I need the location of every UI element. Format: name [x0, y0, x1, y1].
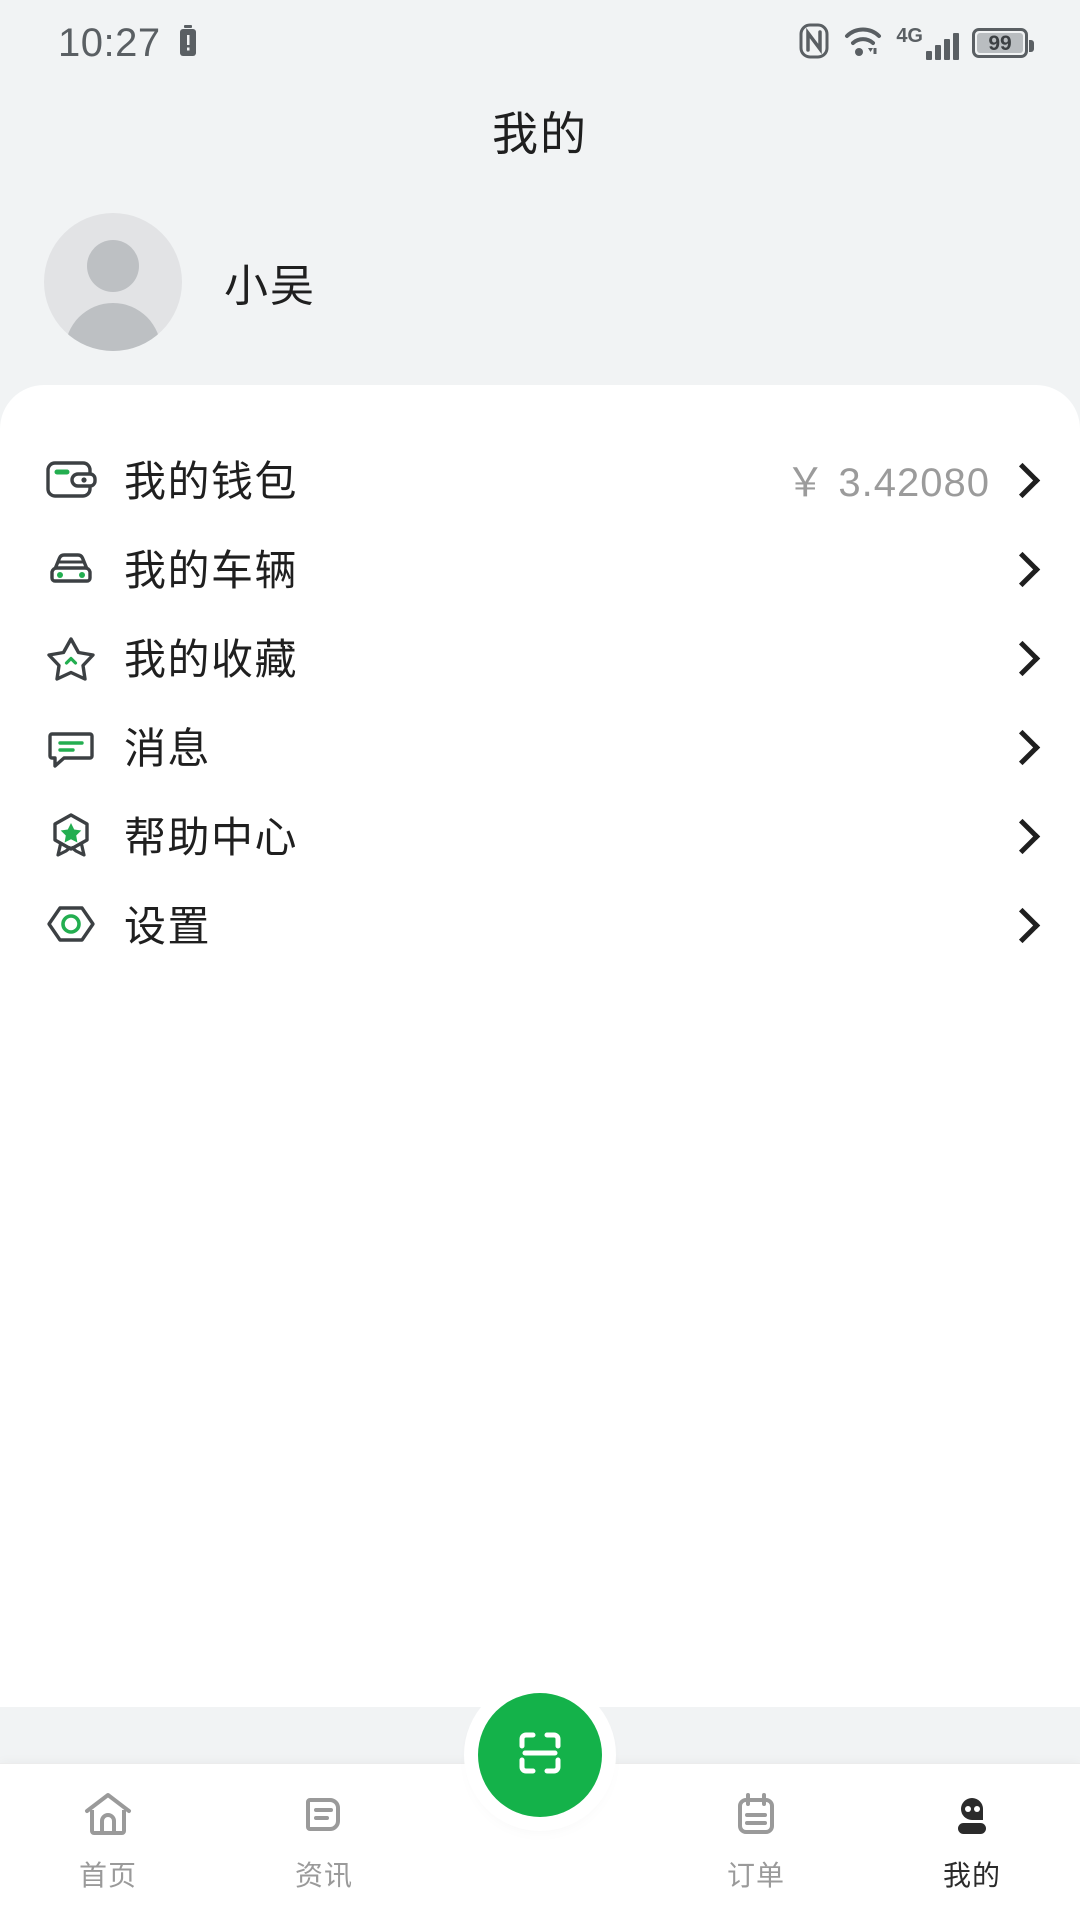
status-time: 10:27: [58, 20, 161, 65]
news-icon: [296, 1786, 352, 1842]
car-icon: [40, 537, 102, 599]
menu-card: 我的钱包 ￥ 3.42080 我的车辆 我的收藏 消息 帮助中心 设置: [0, 385, 1080, 1707]
chevron-right-icon: [1006, 553, 1036, 583]
menu-list: 我的钱包 ￥ 3.42080 我的车辆 我的收藏 消息 帮助中心 设置: [0, 385, 1080, 968]
username-label: 小吴: [224, 262, 316, 311]
settings-hex-icon: [40, 893, 102, 955]
menu-item-label: 帮助中心: [124, 814, 299, 861]
help-badge-icon: [40, 804, 102, 866]
profile-header[interactable]: 小吴: [44, 213, 316, 351]
orders-icon: [728, 1786, 784, 1842]
menu-item-label: 我的车辆: [124, 547, 299, 594]
tab-label: 资讯: [294, 1860, 353, 1891]
menu-item-label: 我的收藏: [124, 636, 299, 683]
menu-item-settings[interactable]: 设置: [0, 879, 1080, 968]
menu-item-help-center[interactable]: 帮助中心: [0, 790, 1080, 879]
menu-item-label: 我的钱包: [124, 458, 299, 505]
status-bar-right: 4G 99: [798, 23, 1034, 64]
battery-alert-icon: [177, 24, 199, 62]
profile-icon: [944, 1786, 1000, 1842]
tab-news[interactable]: 资讯: [216, 1764, 432, 1894]
status-bar: 10:27 4G 99: [0, 0, 1080, 86]
menu-item-label: 设置: [124, 903, 212, 950]
tab-label: 订单: [726, 1860, 785, 1891]
nfc-icon: [798, 23, 830, 64]
battery-icon: 99: [972, 28, 1034, 58]
tab-home[interactable]: 首页: [0, 1764, 216, 1894]
menu-item-messages[interactable]: 消息: [0, 701, 1080, 790]
tab-profile[interactable]: 我的: [864, 1764, 1080, 1894]
tab-label: 首页: [78, 1860, 137, 1891]
status-bar-left: 10:27: [58, 21, 199, 66]
star-icon: [40, 626, 102, 688]
avatar[interactable]: [44, 213, 182, 351]
battery-percent-label: 99: [988, 31, 1012, 55]
wifi-icon: [843, 23, 883, 64]
wallet-icon: [40, 448, 102, 510]
chevron-right-icon: [1006, 731, 1036, 761]
chevron-right-icon: [1006, 464, 1036, 494]
scan-qr-button[interactable]: [478, 1693, 602, 1817]
home-icon: [80, 1786, 136, 1842]
tab-label: 我的: [942, 1860, 1001, 1891]
menu-item-favorites[interactable]: 我的收藏: [0, 612, 1080, 701]
network-type-label: 4G: [896, 25, 923, 47]
signal-bars-icon: [926, 30, 959, 60]
menu-item-wallet[interactable]: 我的钱包 ￥ 3.42080: [0, 434, 1080, 523]
page-title: 我的: [492, 108, 588, 160]
menu-item-label: 消息: [124, 725, 212, 772]
chevron-right-icon: [1006, 909, 1036, 939]
wallet-balance-value: ￥ 3.42080: [785, 460, 990, 505]
chevron-right-icon: [1006, 820, 1036, 850]
message-icon: [40, 715, 102, 777]
scan-qr-icon: [508, 1721, 572, 1790]
signal-group: 4G: [896, 26, 959, 60]
menu-item-vehicles[interactable]: 我的车辆: [0, 523, 1080, 612]
tab-orders[interactable]: 订单: [648, 1764, 864, 1894]
chevron-right-icon: [1006, 642, 1036, 672]
